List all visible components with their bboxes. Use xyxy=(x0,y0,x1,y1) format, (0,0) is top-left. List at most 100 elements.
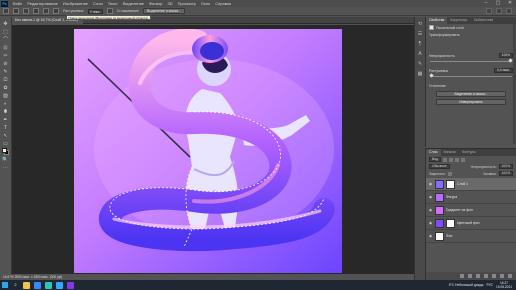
layer-thumbnail[interactable] xyxy=(435,179,444,189)
filter-shape-icon[interactable] xyxy=(460,157,465,162)
adjustment-layer-icon[interactable] xyxy=(484,274,488,278)
filter-adjust-icon[interactable] xyxy=(448,157,453,162)
layer-mask-thumbnail[interactable] xyxy=(446,218,455,228)
home-icon[interactable] xyxy=(3,8,9,14)
taskbar-app-photoshop[interactable] xyxy=(56,281,63,289)
path-select-tool-icon[interactable]: ↖ xyxy=(2,133,9,140)
maximize-icon[interactable]: ▢ xyxy=(492,0,504,7)
new-layer-icon[interactable] xyxy=(500,274,504,278)
eraser-tool-icon[interactable]: ⬮ xyxy=(2,109,9,116)
layer-thumbnail[interactable] xyxy=(435,231,444,241)
dodge-tool-icon[interactable]: ◐ xyxy=(2,101,9,108)
brush-tool-icon[interactable]: ✿ xyxy=(2,85,9,92)
windows-start-icon[interactable] xyxy=(2,282,8,288)
menu-image[interactable]: Изображение xyxy=(60,0,90,7)
select-and-mask-button[interactable]: Выделение и маска... xyxy=(142,8,185,14)
pen-tool-icon[interactable]: ✒ xyxy=(2,117,9,124)
tab-layers[interactable]: Слои xyxy=(426,149,441,156)
visibility-eye-icon[interactable]: ◉ xyxy=(428,208,433,212)
layer-thumbnail[interactable] xyxy=(435,205,444,215)
new-group-icon[interactable] xyxy=(492,274,496,278)
add-to-selection-icon[interactable] xyxy=(33,8,39,14)
search-icon[interactable] xyxy=(486,8,492,14)
type-tool-icon[interactable]: T xyxy=(2,125,9,132)
lasso-tool-icon[interactable]: ⌒ xyxy=(2,37,9,44)
healing-tool-icon[interactable]: ⎚ xyxy=(2,77,9,84)
search-icon[interactable]: ⌕ xyxy=(12,282,19,288)
lock-icon[interactable] xyxy=(447,171,452,176)
taskbar-app-browser[interactable] xyxy=(34,281,41,289)
menu-text[interactable]: Текст xyxy=(105,0,120,7)
tab-libraries[interactable]: Библиотеки xyxy=(471,17,496,24)
clock[interactable]: 16:27 15.05.2021 xyxy=(496,281,512,289)
trash-icon[interactable] xyxy=(508,274,512,278)
quick-select-tool-icon[interactable]: ⊡ xyxy=(2,45,9,52)
filter-pixel-icon[interactable] xyxy=(442,157,447,162)
visibility-eye-icon[interactable]: ◉ xyxy=(428,182,433,186)
share-icon[interactable] xyxy=(506,8,512,14)
language-indicator[interactable]: РУС xyxy=(486,283,493,287)
invert-button[interactable]: Инвертировать xyxy=(436,99,506,105)
menu-window[interactable]: Окно xyxy=(198,0,212,7)
mask-feather-value[interactable]: 0,0 пикс. xyxy=(494,68,513,73)
eyedropper-tool-icon[interactable]: ✎ xyxy=(2,69,9,76)
add-mask-icon[interactable] xyxy=(476,274,480,278)
link-layers-icon[interactable] xyxy=(460,274,464,278)
layer-row[interactable]: ◉ Слой 1 xyxy=(426,178,516,191)
filter-type-icon[interactable] xyxy=(454,157,459,162)
shape-tool-icon[interactable]: ▭ xyxy=(2,141,9,148)
layer-row[interactable]: ◉ Фон xyxy=(426,230,516,243)
menu-edit[interactable]: Редактирование xyxy=(25,0,60,7)
frame-tool-icon[interactable]: ⊘ xyxy=(2,61,9,68)
layer-filter-select[interactable]: Вид xyxy=(429,157,441,162)
crop-tool-icon[interactable]: ✂ xyxy=(2,53,9,60)
minimize-icon[interactable]: – xyxy=(480,0,492,7)
layer-thumbnail[interactable] xyxy=(435,192,444,202)
swatches-icon[interactable]: ▦ xyxy=(417,71,424,78)
tab-channels[interactable]: Каналы xyxy=(441,149,459,156)
feather-input[interactable]: 0 пикс. xyxy=(88,8,103,14)
taskbar-app-file-explorer[interactable] xyxy=(23,281,30,289)
tab-adjustments[interactable]: Корректир. xyxy=(447,17,471,24)
intersect-selection-icon[interactable] xyxy=(53,8,59,14)
layer-row[interactable]: ◉ Цветовой фон xyxy=(426,217,516,230)
new-selection-icon[interactable] xyxy=(23,8,29,14)
menu-filter[interactable]: Фильтр xyxy=(147,0,165,7)
visibility-eye-icon[interactable]: ◉ xyxy=(428,195,433,199)
tab-properties[interactable]: Свойства xyxy=(426,17,448,24)
smoothing-checkbox[interactable] xyxy=(106,8,113,14)
document-canvas[interactable] xyxy=(74,29,342,273)
character-icon[interactable]: A xyxy=(417,51,424,58)
select-and-mask-panel-button[interactable]: Выделение и маска... xyxy=(436,91,506,97)
fx-icon[interactable] xyxy=(468,274,472,278)
zoom-tool-icon[interactable]: 🔍 xyxy=(2,157,9,164)
fill-value[interactable]: 100% xyxy=(498,171,513,176)
visibility-eye-icon[interactable]: ◉ xyxy=(428,221,433,225)
menu-help[interactable]: Справка xyxy=(213,0,234,7)
taskbar-app-mail[interactable] xyxy=(45,281,52,289)
taskbar-app-store[interactable] xyxy=(67,281,74,289)
paragraph-icon[interactable]: ¶ xyxy=(417,41,424,48)
mask-opacity-value[interactable]: 100% xyxy=(498,53,513,58)
lasso-tool-preset-icon[interactable] xyxy=(13,8,19,14)
marquee-tool-icon[interactable]: ⬚ xyxy=(2,29,9,36)
stamp-tool-icon[interactable]: ▨ xyxy=(2,93,9,100)
layer-row[interactable]: ◉ Фигура xyxy=(426,191,516,204)
menu-file[interactable]: Файл xyxy=(10,0,25,7)
subtract-selection-icon[interactable] xyxy=(43,8,49,14)
menu-3d[interactable]: 3D xyxy=(165,0,175,7)
foreground-color-swatch[interactable] xyxy=(2,148,7,153)
layer-row[interactable]: ◉ Градиент на фон xyxy=(426,204,516,217)
layer-mask-thumbnail[interactable] xyxy=(446,179,455,189)
menu-view[interactable]: Просмотр xyxy=(175,0,198,7)
history-icon[interactable]: ⟲ xyxy=(417,21,424,28)
feather-slider[interactable] xyxy=(429,73,512,78)
layer-opacity-value[interactable]: 100% xyxy=(498,164,513,169)
layer-thumbnail[interactable] xyxy=(435,218,444,228)
more-tools-icon[interactable]: ⋯ xyxy=(2,165,9,172)
visibility-eye-icon[interactable]: ◉ xyxy=(428,234,433,238)
workspace-icon[interactable] xyxy=(496,8,502,14)
close-icon[interactable]: ✕ xyxy=(504,0,516,7)
menu-layers[interactable]: Слои xyxy=(91,0,106,7)
properties-icon[interactable]: ☰ xyxy=(417,31,424,38)
